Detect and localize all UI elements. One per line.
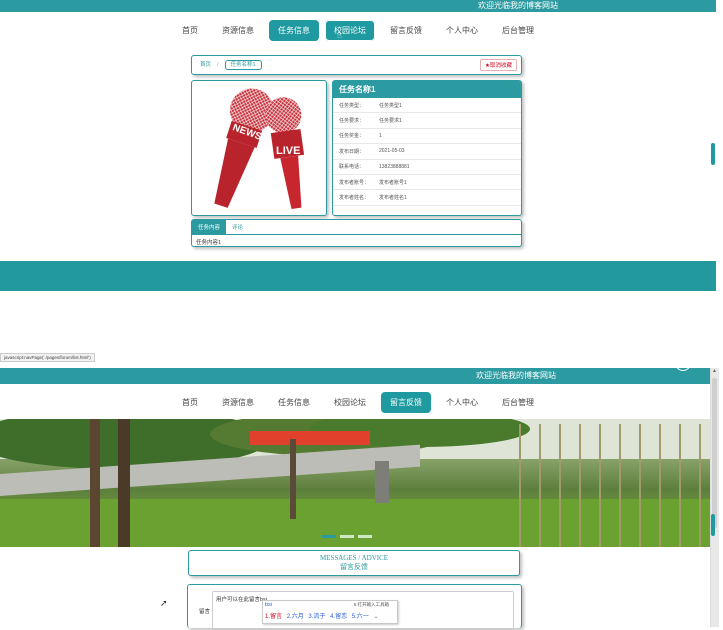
nav-tasks[interactable]: 任务信息 [269, 19, 319, 41]
status-url: javascript:navPage('./pages/forum/list.h… [0, 353, 95, 362]
nav-home[interactable]: 首页 [173, 20, 207, 41]
live-label: LIVE [276, 145, 301, 157]
claim-button[interactable]: 领取 [339, 214, 358, 215]
footer-band [0, 261, 716, 291]
task-image-card: NEWS LIVE [191, 80, 327, 216]
tab-content-text: 任务内容1 [196, 240, 222, 246]
ime-candidate[interactable]: 5.六一 [352, 614, 369, 620]
nav-admin[interactable]: 后台管理 [493, 392, 543, 413]
park-banner-image [0, 419, 710, 547]
ime-candidate[interactable]: 3.流于 [308, 614, 325, 620]
nav-feedback[interactable]: 留言反馈 [381, 391, 431, 413]
mouse-cursor-icon: ➚ [160, 598, 168, 608]
nav-profile[interactable]: 个人中心 [437, 392, 487, 413]
nav-resources[interactable]: 资源信息 [213, 20, 263, 41]
nav-profile[interactable]: 个人中心 [437, 20, 487, 41]
nav-admin[interactable]: 后台管理 [493, 20, 543, 41]
breadcrumb-home[interactable]: 首页 [200, 62, 211, 68]
ime-composition: bsi [265, 602, 273, 608]
detail-row: 联系电话： 13823888881 [333, 160, 521, 175]
welcome-text: 欢迎光临我的博客网站 [476, 371, 556, 380]
nav-tasks[interactable]: 任务信息 [269, 392, 319, 413]
ime-candidate[interactable]: 1.留言 [265, 614, 282, 620]
nav-resources[interactable]: 资源信息 [213, 392, 263, 413]
scroll-up-icon[interactable]: ▲ [712, 368, 717, 374]
unfavorite-button[interactable]: ★取消收藏 [480, 59, 517, 71]
task-title: 任务名称1 [333, 81, 521, 98]
task-tabs-card: 任务内容 评论 任务内容1 [191, 219, 522, 247]
nav-home[interactable]: 首页 [173, 392, 207, 413]
breadcrumb-sep: / [217, 62, 219, 68]
detail-row: 任务要求： 任务要求1 [333, 113, 521, 129]
nav-forum[interactable]: 校园论坛 [325, 19, 375, 41]
bottom-scroll-thumb[interactable] [712, 378, 717, 528]
detail-row: 发布者账号： 发布者账号1 [333, 175, 521, 191]
top-scroll-thumb[interactable] [711, 143, 715, 165]
messages-title-cn: 留言反馈 [340, 564, 368, 571]
ime-hint: 5.打开输入工具箱 [353, 602, 389, 607]
ime-candidates: 1.留言 2.六月 3.流于 4.留恋 5.六一 ⌄ [265, 611, 378, 620]
detail-row: 发布者姓名： 发布者姓名1 [333, 190, 521, 206]
ime-candidate-box: bsi 5.打开输入工具箱 1.留言 2.六月 3.流于 4.留恋 5.六一 ⌄ [262, 600, 398, 624]
ime-candidate[interactable]: 2.六月 [287, 614, 304, 620]
pointer-cursor-icon: ☝ [337, 31, 342, 40]
tab-comments[interactable]: 评论 [226, 220, 249, 234]
ime-more-chevron-icon[interactable]: ⌄ [373, 614, 378, 620]
news-microphone-image [214, 88, 305, 210]
messages-title-en: MESSAGES / ADVICE [319, 554, 389, 562]
nav-feedback[interactable]: 留言反馈 [381, 20, 431, 41]
park-scene [0, 419, 710, 547]
bottom-welcome-bar: 欢迎光临我的博客网站 [0, 368, 716, 384]
messages-header: MESSAGES / ADVICE 留言反馈 [188, 550, 520, 576]
task-detail-card: 任务名称1 任务类型： 任务类型1 任务要求： 任务要求1 任务奖金： 1 发布日期：… [332, 80, 522, 216]
message-form: 留言 用户可以在此留言bsi bsi 5.打开输入工具箱 1.留言 2.六月 3… [187, 584, 522, 630]
breadcrumb: 首页 / 任务名称1 ★取消收藏 [191, 55, 522, 75]
top-nav: 首页 资源信息 任务信息 校园论坛 留言反馈 个人中心 后台管理 [0, 19, 716, 41]
message-label: 留言 [199, 609, 211, 615]
nav-forum[interactable]: 校园论坛 [325, 392, 375, 413]
detail-row: 任务奖金： 1 [333, 129, 521, 145]
bottom-nav: 首页 资源信息 任务信息 校园论坛 留言反馈 个人中心 后台管理 [0, 391, 716, 413]
ime-candidate[interactable]: 4.留恋 [330, 614, 347, 620]
welcome-text: 欢迎光临我的博客网站 [478, 1, 558, 10]
breadcrumb-current: 任务名称1 [224, 60, 262, 70]
side-scroll-marker [711, 514, 715, 536]
bottom-scrollbar[interactable]: ▲ [710, 368, 719, 627]
detail-row: 任务类型： 任务类型1 [333, 98, 521, 114]
detail-row: 发布日期： 2021-05-03 [333, 144, 521, 160]
tab-content[interactable]: 任务内容 [192, 220, 227, 234]
tab-bar: 任务内容 评论 [192, 220, 521, 235]
top-welcome-bar: 欢迎光临我的博客网站 [0, 0, 716, 12]
